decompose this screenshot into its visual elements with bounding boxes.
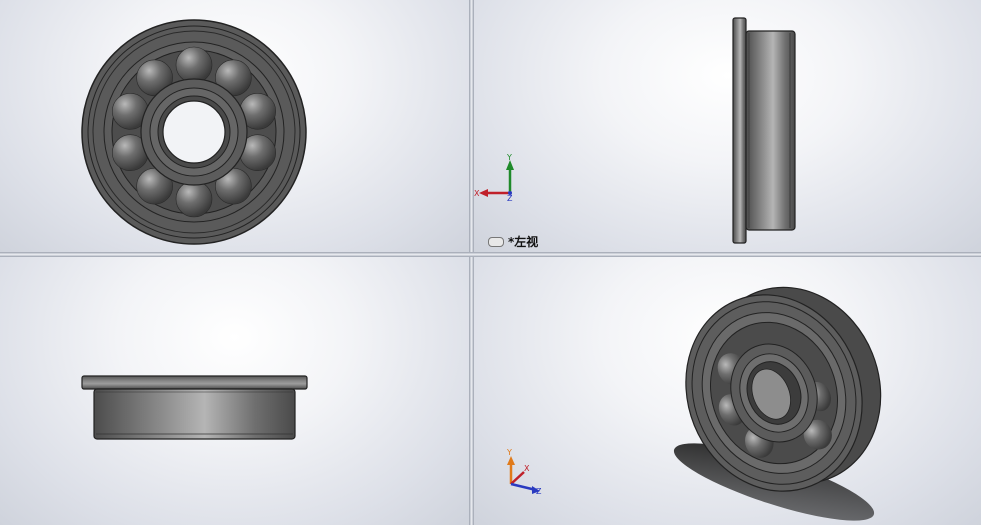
axis-z-label: Z <box>507 194 513 203</box>
bearing-isometric-view: Y X Z <box>506 286 882 521</box>
axis-y-label-iso: Y <box>506 448 512 457</box>
bearing-top-view <box>81 375 308 440</box>
coordinate-triad-iso: Y X Z <box>506 448 542 496</box>
axis-y-label: Y <box>506 153 512 162</box>
view-name-text: *左视 <box>508 235 539 249</box>
view-orientation-icon <box>488 236 504 247</box>
inner-ring <box>140 78 248 186</box>
flange-top <box>81 375 308 390</box>
axis-x-label-iso: X <box>524 464 530 473</box>
bearing-ball <box>175 46 213 84</box>
viewport-front[interactable] <box>0 0 469 252</box>
iso-bearing <box>685 286 882 492</box>
bearing-ball <box>175 180 213 218</box>
view-name-label: *左视 <box>488 233 538 250</box>
bearing-body-top <box>93 388 296 440</box>
axis-x-label: X <box>474 189 480 198</box>
flange-edge <box>732 17 747 244</box>
viewport-isometric[interactable]: Y X Z <box>474 257 981 525</box>
axis-z-label-iso: Z <box>536 487 542 496</box>
bearing-body-side <box>745 30 796 231</box>
viewport-splitter-vertical[interactable] <box>469 0 474 525</box>
viewport-left[interactable]: Y X Z *左视 <box>474 0 981 252</box>
viewport-splitter-horizontal[interactable] <box>0 252 981 257</box>
bearing-side-view: Y X Z <box>474 17 796 244</box>
bearing-front-view <box>81 19 307 245</box>
coordinate-triad: Y X Z <box>474 153 514 203</box>
viewport-top[interactable] <box>0 257 469 525</box>
